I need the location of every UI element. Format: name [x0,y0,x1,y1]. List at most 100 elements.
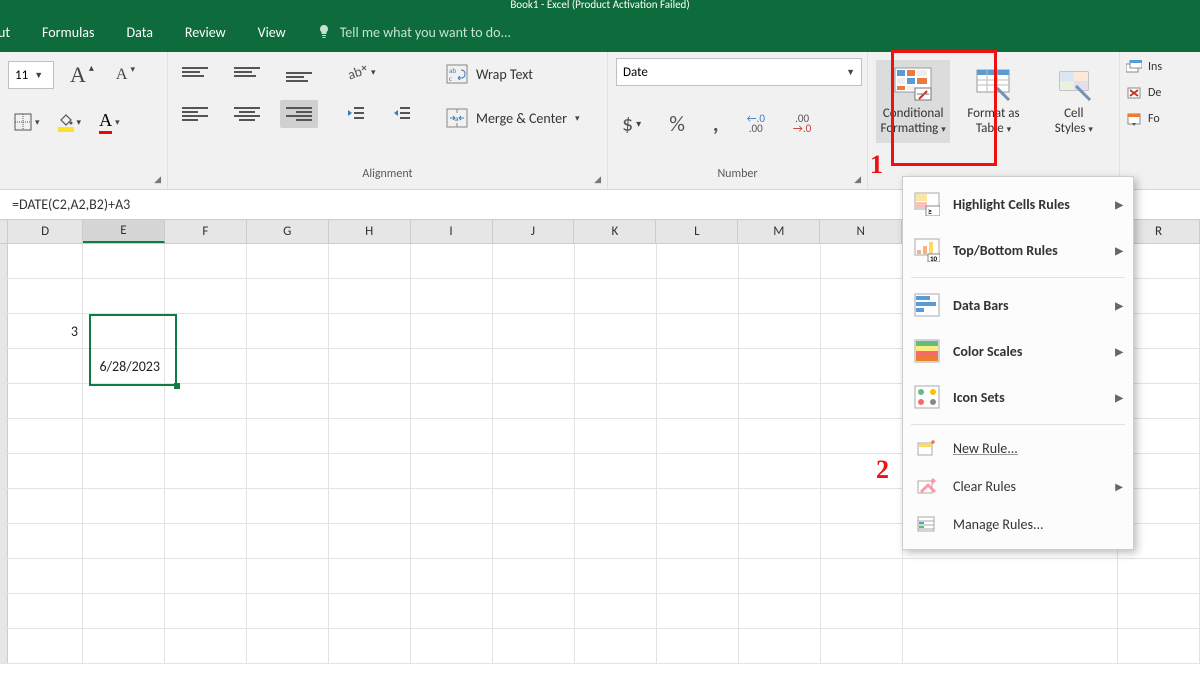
format-button[interactable]: Fo [1126,112,1180,126]
merge-center-button[interactable]: a Merge & Center ▾ [440,104,586,132]
font-size-select[interactable]: 11 ▼ [8,61,54,89]
menu-new-rule[interactable]: New Rule... [903,429,1133,467]
annotation-number-1: 1 [870,150,883,180]
font-color-button[interactable]: A ▾ [93,106,126,138]
increase-indent-icon [392,104,412,122]
column-header-I[interactable]: I [411,220,493,243]
menu-manage-rules[interactable]: Manage Rules... [903,505,1133,543]
decrease-decimal-icon: .00→.0 [793,114,811,134]
manage-rules-icon [913,511,941,537]
align-center-icon [234,104,260,124]
column-header-M[interactable]: M [738,220,820,243]
ribbon-tabs: ut Formulas Data Review View Tell me wha… [0,12,1200,52]
tab-view[interactable]: View [256,20,288,45]
dialog-launcher-icon[interactable]: ◢ [154,174,161,185]
comma-format-button[interactable]: , [707,106,725,141]
increase-font-button[interactable]: A▴ [64,58,100,92]
insert-icon [1126,60,1142,74]
border-icon [14,113,32,131]
group-font: 11 ▼ A▴ A▾ ▾ ▾ A ▾ [0,52,168,189]
column-header-K[interactable]: K [574,220,656,243]
tell-me-search[interactable]: Tell me what you want to do... [316,24,511,41]
align-bottom-button[interactable] [280,58,318,86]
border-button[interactable]: ▾ [8,109,46,135]
chevron-down-icon: ▾ [35,117,40,128]
format-as-table-button[interactable]: Format asTable ▾ [956,60,1030,143]
submenu-arrow-icon: ▶ [1115,391,1123,404]
decrease-font-button[interactable]: A▾ [110,62,141,88]
ribbon: 11 ▼ A▴ A▾ ▾ ▾ A ▾ [0,52,1200,190]
menu-top-bottom-rules[interactable]: 10 Top/Bottom Rules▶ [903,227,1133,273]
chevron-down-icon: ▾ [77,117,82,128]
menu-clear-rules[interactable]: Clear Rules▶ [903,467,1133,505]
new-rule-icon [913,435,941,461]
percent-icon: % [669,110,685,137]
submenu-arrow-icon: ▶ [1115,299,1123,312]
column-header-D[interactable]: D [8,220,82,243]
conditional-formatting-button[interactable]: ConditionalFormatting ▾ [876,60,950,143]
clear-rules-icon [913,473,941,499]
group-label-alignment: Alignment◢ [176,167,599,185]
dialog-launcher-icon[interactable]: ◢ [594,174,601,185]
dialog-launcher-icon[interactable]: ◢ [854,174,861,185]
accounting-format-button[interactable]: $▾ [616,106,647,141]
increase-decimal-button[interactable]: ←.0.00 [741,110,771,138]
menu-highlight-cells-rules[interactable]: ≥ Highlight Cells Rules▶ [903,181,1133,227]
submenu-arrow-icon: ▶ [1115,198,1123,211]
comma-icon: , [713,110,719,137]
svg-text:ab: ab [346,63,364,82]
column-header-E[interactable]: E [83,220,165,243]
tab-review[interactable]: Review [183,20,228,45]
format-as-table-icon [973,66,1013,102]
lightbulb-icon [316,24,332,40]
orientation-button[interactable]: ab ▾ [340,58,382,86]
decrease-indent-button[interactable] [340,100,372,126]
chevron-down-icon: ▾ [371,67,376,78]
decrease-decimal-button[interactable]: .00→.0 [787,110,817,138]
insert-button[interactable]: Ins [1126,60,1180,74]
percent-format-button[interactable]: % [663,106,691,141]
merge-center-label: Merge & Center [476,110,567,127]
tab-formulas[interactable]: Formulas [40,20,96,45]
chevron-down-icon: ▼ [846,67,855,78]
column-header-N[interactable]: N [820,220,902,243]
selection-handle[interactable] [174,383,180,389]
group-styles: ConditionalFormatting ▾ Format asTable ▾ [868,52,1120,189]
group-cells-clipped: Ins De Fo [1120,52,1180,189]
submenu-arrow-icon: ▶ [1115,244,1123,257]
align-right-icon [286,104,312,124]
formula-value: =DATE(C2,A2,B2)+A3 [12,196,130,213]
column-header-H[interactable]: H [329,220,411,243]
align-right-button[interactable] [280,100,318,128]
align-center-button[interactable] [228,100,266,128]
tab-data[interactable]: Data [125,20,155,45]
window-title: Book1 - Excel (Product Activation Failed… [510,0,689,11]
tab-partial[interactable]: ut [0,20,12,45]
cell-styles-button[interactable]: CellStyles ▾ [1037,60,1111,143]
align-top-button[interactable] [176,58,214,86]
fill-color-button[interactable]: ▾ [52,109,88,136]
column-header-L[interactable]: L [656,220,738,243]
svg-text:≥: ≥ [928,207,932,216]
align-middle-button[interactable] [228,58,266,86]
delete-button[interactable]: De [1126,86,1180,100]
menu-data-bars[interactable]: Data Bars▶ [903,282,1133,328]
group-label-number: Number◢ [616,167,859,185]
column-header-J[interactable]: J [493,220,575,243]
increase-indent-button[interactable] [386,100,418,126]
menu-color-scales[interactable]: Color Scales▶ [903,328,1133,374]
group-alignment: ab ▾ abc Wrap Text a Merge & Center ▾ [168,52,608,189]
align-bottom-icon [286,62,312,82]
wrap-text-button[interactable]: abc Wrap Text [440,60,586,88]
number-format-select[interactable]: Date ▼ [616,58,862,86]
chevron-down-icon: ▾ [575,113,580,124]
column-header-G[interactable]: G [247,220,329,243]
menu-icon-sets[interactable]: Icon Sets▶ [903,374,1133,420]
align-middle-icon [234,62,260,82]
dollar-icon: $ [622,110,633,137]
merge-center-icon: a [446,108,468,128]
conditional-formatting-menu: ≥ Highlight Cells Rules▶ 10 Top/Bottom R… [902,176,1134,550]
svg-text:a: a [455,114,458,123]
column-header-F[interactable]: F [165,220,247,243]
align-left-button[interactable] [176,100,214,128]
